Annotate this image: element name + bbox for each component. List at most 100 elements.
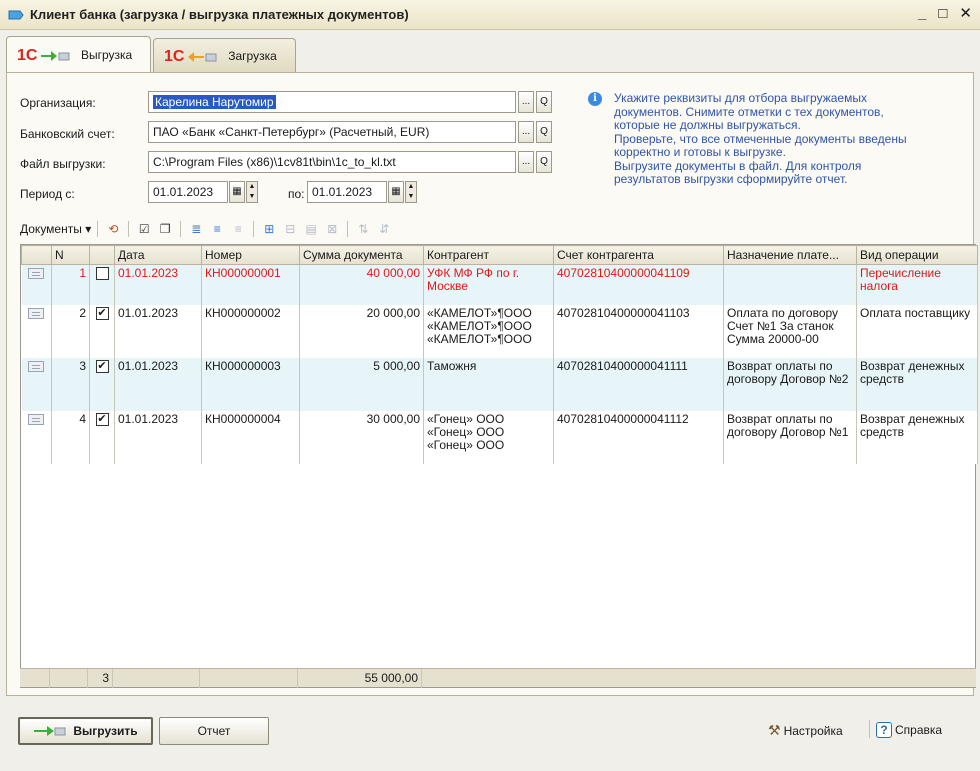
col-header-check[interactable] (89, 245, 115, 265)
row-sum: 5 000,00 (299, 357, 424, 411)
period-from-field[interactable]: 01.01.2023 (148, 181, 228, 203)
maximize-button[interactable]: □ (938, 6, 947, 22)
document-icon (28, 307, 45, 319)
row-account: 40702810400000041103 (553, 304, 724, 358)
row-purpose: Возврат оплаты по договору Договор №2 (723, 357, 857, 411)
tab-import-label: Загрузка (228, 48, 277, 63)
close-button[interactable]: ✕ (959, 6, 972, 22)
row-n: 3 (51, 357, 90, 411)
tab-strip: 1С Выгрузка 1С Загрузка (6, 36, 298, 72)
toolbar-separator (180, 221, 182, 237)
row-n: 2 (51, 304, 90, 358)
check-all-icon[interactable]: ☑ (135, 220, 153, 238)
col-header-contractor[interactable]: Контрагент (423, 245, 554, 265)
calendar-from-icon[interactable]: ▦ (229, 181, 245, 203)
filter-menu-icon[interactable]: ▤ (302, 220, 320, 238)
row-contractor: Таможня (423, 357, 554, 411)
col-header-number[interactable]: Номер (201, 245, 300, 265)
info-line: Проверьте, что все отмеченные документы … (614, 131, 907, 146)
documents-menu-button[interactable]: Документы ▾ (20, 222, 91, 236)
window-title: Клиент банка (загрузка / выгрузка платеж… (30, 7, 409, 22)
table-row[interactable]: 4 ✔ 01.01.2023 КН000000004 30 000,00 «Го… (21, 410, 978, 464)
row-purpose: Возврат оплаты по договору Договор №1 (723, 410, 857, 464)
export-button-label: Выгрузить (73, 724, 138, 738)
row-number: КН000000002 (201, 304, 300, 358)
import-1c-icon: 1С (164, 46, 218, 66)
edit-row-icon[interactable]: ≡ (208, 220, 226, 238)
org-open-button[interactable]: Q (536, 91, 552, 113)
account-open-button[interactable]: Q (536, 121, 552, 143)
row-operation: Возврат денежных средств (856, 357, 978, 411)
settings-button[interactable]: ⚒ Настройка (768, 722, 843, 739)
row-contractor: УФК МФ РФ по г. Москве (423, 264, 554, 305)
tab-import[interactable]: 1С Загрузка (153, 38, 296, 72)
info-icon: i (588, 92, 602, 106)
filter-list-icon[interactable]: ⊟ (281, 220, 299, 238)
row-account: 40702810400000041111 (553, 357, 724, 411)
row-purpose (723, 264, 857, 305)
table-header-row: N Дата Номер Сумма документа Контрагент … (21, 245, 978, 265)
minimize-button[interactable]: _ (918, 6, 926, 22)
table-row[interactable]: 1 01.01.2023 КН000000001 40 000,00 УФК М… (21, 264, 978, 305)
uncheck-all-icon[interactable]: ❐ (156, 220, 174, 238)
row-operation: Возврат денежных средств (856, 410, 978, 464)
report-button[interactable]: Отчет (159, 717, 269, 745)
sort-desc-icon[interactable]: ⇵ (375, 220, 393, 238)
period-from-spinner[interactable]: ▲ ▼ (246, 181, 258, 203)
account-select-button[interactable]: ... (518, 121, 534, 143)
row-number: КН000000003 (201, 357, 300, 411)
col-header-date[interactable]: Дата (114, 245, 202, 265)
filter-icon[interactable]: ⊞ (260, 220, 278, 238)
clear-filter-icon[interactable]: ⊠ (323, 220, 341, 238)
col-header-operation[interactable]: Вид операции (856, 245, 978, 265)
refresh-icon[interactable]: ⟲ (104, 220, 122, 238)
help-icon: ? (876, 722, 892, 738)
tab-export-label: Выгрузка (81, 47, 133, 62)
table-row[interactable]: 2 ✔ 01.01.2023 КН000000002 20 000,00 «КА… (21, 304, 978, 358)
table-row[interactable]: 3 ✔ 01.01.2023 КН000000003 5 000,00 Тамо… (21, 357, 978, 411)
org-select-button[interactable]: ... (518, 91, 534, 113)
sort-asc-icon[interactable]: ⇅ (354, 220, 372, 238)
documents-toolbar: Документы ▾ ⟲ ☑ ❐ ≣ ≡ ≡ ⊞ ⊟ ▤ ⊠ ⇅ ⇵ (20, 218, 393, 240)
col-header-purpose[interactable]: Назначение плате... (723, 245, 857, 265)
org-label: Организация: (20, 96, 96, 110)
row-checkbox[interactable]: ✔ (95, 306, 109, 320)
col-header-n[interactable]: N (51, 245, 90, 265)
info-line: документов. Снимите отметки с тех докуме… (614, 104, 884, 119)
row-account: 40702810400000041109 (553, 264, 724, 305)
footer-total-sum: 55 000,00 (298, 669, 422, 688)
tab-export[interactable]: 1С Выгрузка (6, 36, 152, 72)
info-line: корректно и готовы к выгрузке. (614, 145, 786, 159)
col-header-sum[interactable]: Сумма документа (299, 245, 424, 265)
file-select-button[interactable]: ... (518, 151, 534, 173)
row-checkbox[interactable]: ✔ (95, 412, 109, 426)
account-field[interactable]: ПАО «Банк «Санкт-Петербург» (Расчетный, … (148, 121, 516, 143)
col-header-account[interactable]: Счет контрагента (553, 245, 724, 265)
footer-cell (20, 669, 50, 688)
row-sum: 20 000,00 (299, 304, 424, 358)
add-row-icon[interactable]: ≣ (187, 220, 205, 238)
period-to-spinner[interactable]: ▲ ▼ (405, 181, 417, 203)
row-checkbox[interactable]: ✔ (95, 359, 109, 373)
org-field[interactable]: Карелина Нарутомир (148, 91, 516, 113)
export-button[interactable]: Выгрузить (18, 717, 153, 745)
svg-text:1С: 1С (17, 47, 38, 64)
document-icon (28, 413, 45, 425)
row-checkbox[interactable] (95, 267, 109, 280)
toolbar-separator (97, 221, 99, 237)
calendar-to-icon[interactable]: ▦ (388, 181, 404, 203)
file-field[interactable]: C:\Program Files (x86)\1cv81t\bin\1c_to_… (148, 151, 516, 173)
svg-text:1С: 1С (164, 48, 185, 65)
row-account: 40702810400000041112 (553, 410, 724, 464)
row-n: 4 (51, 410, 90, 464)
row-contractor: «КАМЕЛОТ»¶ООО «КАМЕЛОТ»¶ООО «КАМЕЛОТ»¶ОО… (423, 304, 554, 358)
row-date: 01.01.2023 (114, 410, 202, 464)
period-to-field[interactable]: 01.01.2023 (307, 181, 387, 203)
file-open-button[interactable]: Q (536, 151, 552, 173)
row-n: 1 (51, 264, 90, 305)
toolbar-separator (128, 221, 130, 237)
row-purpose: Оплата по договору Счет №1 За станок Сум… (723, 304, 857, 358)
delete-row-icon[interactable]: ≡ (229, 220, 247, 238)
col-header-icon[interactable] (21, 245, 52, 265)
help-button[interactable]: ? Справка (876, 722, 942, 738)
